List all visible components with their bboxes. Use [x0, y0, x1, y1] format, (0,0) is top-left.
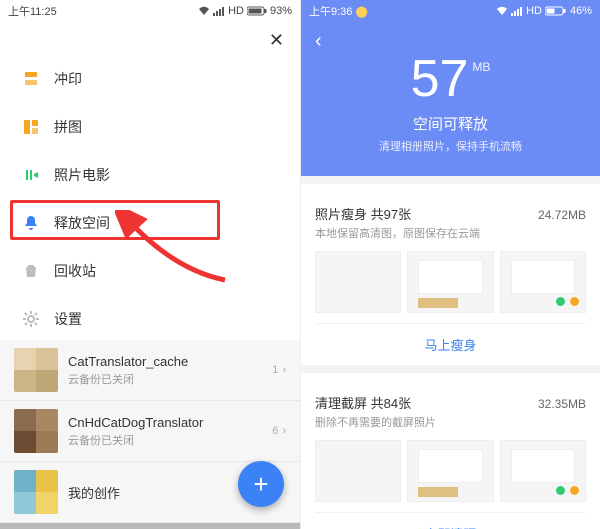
menu-item-print[interactable]: 冲印 — [0, 55, 300, 103]
album-title: CnHdCatDogTranslator — [68, 415, 262, 430]
card-action-label: 马上瘦身 — [424, 338, 476, 353]
thumbnail[interactable] — [407, 251, 493, 313]
card-size: 24.72MB — [538, 208, 586, 222]
album-sub: 云备份已关闭 — [68, 432, 262, 448]
thumbnail[interactable] — [315, 440, 401, 502]
album-sub: 云备份已关闭 — [68, 371, 262, 387]
album-title: CatTranslator_cache — [68, 354, 262, 369]
signal-icon — [213, 6, 225, 16]
gallery-menu-screen: 上午11:25 HD 93% ✕ 冲印 拼图 照片电影 — [0, 0, 300, 529]
thumbnail-row — [315, 440, 586, 502]
menu-item-trash[interactable]: 回收站 — [0, 247, 300, 295]
status-time: 上午9:36 — [309, 6, 352, 18]
status-hd: HD — [228, 5, 244, 17]
menu-label: 回收站 — [54, 261, 96, 281]
menu-label: 拼图 — [54, 117, 82, 137]
card-action-slim[interactable]: 马上瘦身 — [315, 323, 586, 365]
menu-item-settings[interactable]: 设置 — [0, 295, 300, 343]
mi-logo-icon: ⬤ — [355, 6, 367, 18]
status-hd: HD — [526, 5, 542, 17]
menu-list: 冲印 拼图 照片电影 释放空间 回收站 设置 — [0, 55, 300, 343]
bell-icon — [22, 214, 40, 232]
settings-icon — [22, 310, 40, 328]
close-icon[interactable]: ✕ — [269, 30, 284, 51]
card-clean-screenshots: 清理截屏 共84张 32.35MB 删除不再需要的截屏照片 立即清理 — [301, 383, 600, 529]
hero-sub: 清理相册照片，保持手机流畅 — [301, 138, 600, 154]
card-sub: 删除不再需要的截屏照片 — [315, 414, 586, 430]
plus-icon: + — [253, 469, 268, 500]
hero-title: 空间可释放 — [301, 113, 600, 134]
menu-item-free-space[interactable]: 释放空间 — [0, 199, 300, 247]
menu-label: 冲印 — [54, 69, 82, 89]
battery-icon — [545, 6, 567, 16]
back-icon[interactable]: ‹ — [315, 30, 322, 52]
album-thumb — [14, 470, 58, 514]
menu-label: 设置 — [54, 309, 82, 329]
thumbnail[interactable] — [500, 251, 586, 313]
menu-label: 释放空间 — [54, 213, 110, 233]
battery-icon — [247, 6, 267, 16]
hero: 上午9:36 ⬤ HD 46% ‹ 57 MB 空间可释放 清理相册照片，保持手… — [301, 0, 600, 176]
card-sub: 本地保留高清图，原图保存在云端 — [315, 225, 586, 241]
album-count: 1 — [272, 364, 278, 376]
chevron-right-icon: › — [282, 364, 286, 376]
signal-icon — [511, 6, 523, 16]
status-battery: 93% — [270, 5, 292, 17]
status-bar: 上午11:25 HD 93% — [0, 0, 300, 22]
status-battery: 46% — [570, 5, 592, 17]
free-space-screen: 上午9:36 ⬤ HD 46% ‹ 57 MB 空间可释放 清理相册照片，保持手… — [300, 0, 600, 529]
album-thumb — [14, 409, 58, 453]
menu-item-movie[interactable]: 照片电影 — [0, 151, 300, 199]
fab-add-button[interactable]: + — [238, 461, 284, 507]
card-slim-photos: 照片瘦身 共97张 24.72MB 本地保留高清图，原图保存在云端 马上瘦身 — [301, 194, 600, 365]
status-time: 上午11:25 — [8, 3, 57, 19]
trash-icon — [22, 262, 40, 280]
print-icon — [22, 70, 40, 88]
thumbnail[interactable] — [315, 251, 401, 313]
album-thumb — [14, 348, 58, 392]
movie-icon — [22, 166, 40, 184]
chevron-right-icon: › — [282, 425, 286, 437]
thumbnail-row — [315, 251, 586, 313]
card-title: 照片瘦身 共97张 — [315, 204, 411, 223]
album-count: 6 — [272, 425, 278, 437]
menu-item-collage[interactable]: 拼图 — [0, 103, 300, 151]
wifi-icon — [198, 6, 210, 16]
collage-icon — [22, 118, 40, 136]
menu-label: 照片电影 — [54, 165, 110, 185]
status-bar: 上午9:36 ⬤ HD 46% — [301, 0, 600, 22]
hero-unit: MB — [472, 61, 490, 73]
card-size: 32.35MB — [538, 397, 586, 411]
thumbnail[interactable] — [500, 440, 586, 502]
album-row[interactable]: CnHdCatDogTranslator 云备份已关闭 6 › — [0, 401, 300, 462]
card-title: 清理截屏 共84张 — [315, 393, 411, 412]
wifi-icon — [496, 6, 508, 16]
card-action-clean[interactable]: 立即清理 — [315, 512, 586, 529]
album-row[interactable]: CatTranslator_cache 云备份已关闭 1 › — [0, 340, 300, 401]
hero-value: 57 — [411, 53, 469, 105]
thumbnail[interactable] — [407, 440, 493, 502]
